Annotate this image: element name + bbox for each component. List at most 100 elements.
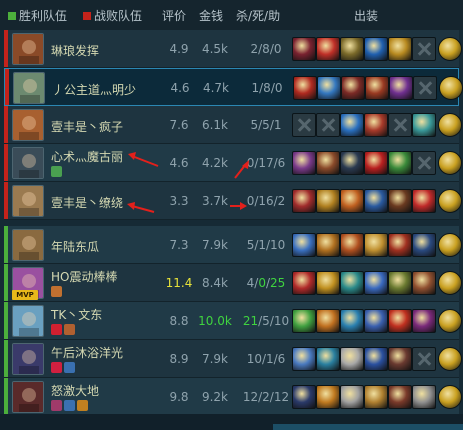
item-icon[interactable] [388, 189, 412, 213]
gold-column-header[interactable]: 金钱 [199, 7, 223, 24]
item-icon[interactable] [292, 309, 316, 333]
item-icon[interactable] [389, 76, 413, 100]
item-icon[interactable] [340, 189, 364, 213]
kda-column-header[interactable]: 杀/死/助 [236, 7, 280, 24]
item-icon[interactable] [388, 37, 412, 61]
player-row[interactable]: 怒激大地 9.8 9.2k 12/2/12 [4, 378, 462, 416]
player-name[interactable]: 午后沐浴洋光 [51, 344, 123, 361]
item-icon[interactable] [340, 151, 364, 175]
player-name[interactable]: 壹丰是丶缭绕 [51, 194, 123, 211]
player-row[interactable]: 琳琅发挥 4.9 4.5k 2/8/0 [4, 30, 462, 68]
player-row[interactable]: TK丶文东 8.8 10.0k 21/5/10 [4, 302, 462, 340]
item-icon[interactable] [340, 113, 364, 137]
item-icon[interactable] [292, 189, 316, 213]
player-name[interactable]: 年陆东瓜 [51, 238, 99, 255]
item-icon[interactable] [364, 151, 388, 175]
champion-avatar[interactable] [12, 229, 44, 261]
trinket-icon[interactable] [438, 37, 462, 61]
item-icon[interactable] [388, 233, 412, 257]
item-icon[interactable] [316, 233, 340, 257]
item-icon[interactable] [292, 233, 316, 257]
player-name[interactable]: 怒激大地 [51, 382, 99, 399]
item-icon[interactable] [412, 385, 436, 409]
score-column-header[interactable]: 评价 [162, 7, 186, 24]
champion-avatar[interactable] [12, 185, 44, 217]
item-icon[interactable] [388, 271, 412, 295]
item-icon[interactable] [316, 271, 340, 295]
item-icon[interactable] [292, 271, 316, 295]
player-name[interactable]: 心术灬魔古丽 [51, 148, 123, 165]
team-color-bar [4, 30, 8, 67]
champion-avatar[interactable] [12, 305, 44, 337]
item-icon[interactable] [388, 151, 412, 175]
item-icon[interactable] [364, 189, 388, 213]
champion-avatar[interactable] [12, 109, 44, 141]
champion-avatar[interactable] [12, 33, 44, 65]
item-icon[interactable] [412, 113, 436, 137]
item-icon[interactable] [316, 151, 340, 175]
item-icon[interactable] [412, 233, 436, 257]
player-row[interactable]: 壹丰是丶疯子 7.6 6.1k 5/5/1 [4, 106, 462, 144]
champion-avatar[interactable] [13, 72, 45, 104]
item-icon[interactable] [364, 309, 388, 333]
item-icon[interactable] [292, 385, 316, 409]
trinket-icon[interactable] [439, 76, 463, 100]
item-icon[interactable] [316, 309, 340, 333]
item-icon[interactable] [364, 233, 388, 257]
trinket-icon[interactable] [438, 271, 462, 295]
item-icon[interactable] [388, 347, 412, 371]
champion-avatar[interactable] [12, 381, 44, 413]
player-name[interactable]: HO震动棒棒 [51, 268, 117, 285]
item-icon[interactable] [292, 151, 316, 175]
player-row[interactable]: 丿公主道灬明少 4.6 4.7k 1/8/0 [4, 68, 463, 106]
item-icon[interactable] [388, 309, 412, 333]
player-score: 8.9 [169, 352, 189, 366]
player-row[interactable]: 年陆东瓜 7.3 7.9k 5/1/10 [4, 226, 462, 264]
item-icon[interactable] [412, 271, 436, 295]
item-icon[interactable] [364, 113, 388, 137]
item-icon[interactable] [317, 76, 341, 100]
player-row[interactable]: 午后沐浴洋光 8.9 7.9k 10/1/6 [4, 340, 462, 378]
item-icon[interactable] [316, 347, 340, 371]
player-name[interactable]: 壹丰是丶疯子 [51, 118, 123, 135]
trinket-icon[interactable] [438, 385, 462, 409]
item-icon[interactable] [388, 385, 412, 409]
item-icon[interactable] [340, 385, 364, 409]
trinket-icon[interactable] [438, 233, 462, 257]
item-icon[interactable] [316, 385, 340, 409]
item-icon[interactable] [412, 309, 436, 333]
item-icon[interactable] [292, 347, 316, 371]
item-icon[interactable] [364, 271, 388, 295]
item-icon[interactable] [341, 76, 365, 100]
item-icon[interactable] [340, 347, 364, 371]
player-kda: 1/8/0 [251, 81, 283, 95]
trinket-icon[interactable] [438, 189, 462, 213]
champion-avatar[interactable] [12, 343, 44, 375]
item-icon[interactable] [364, 37, 388, 61]
item-icon[interactable] [365, 76, 389, 100]
item-icon[interactable] [292, 37, 316, 61]
item-icon[interactable] [340, 37, 364, 61]
item-icon[interactable] [412, 189, 436, 213]
trinket-icon[interactable] [438, 113, 462, 137]
trinket-icon[interactable] [438, 309, 462, 333]
team-color-bar [4, 182, 8, 219]
item-icon[interactable] [316, 37, 340, 61]
player-score: 4.6 [169, 156, 189, 170]
item-icon[interactable] [316, 189, 340, 213]
player-badges [51, 166, 64, 178]
item-icon[interactable] [340, 271, 364, 295]
player-name[interactable]: 丿公主道灬明少 [52, 81, 136, 98]
item-icon[interactable] [340, 233, 364, 257]
player-name[interactable]: 琳琅发挥 [51, 42, 99, 59]
player-name[interactable]: TK丶文东 [51, 306, 102, 323]
item-icon[interactable] [293, 76, 317, 100]
item-icon[interactable] [364, 385, 388, 409]
player-row[interactable]: MVP HO震动棒棒 11.4 8.4k 4/0/25 [4, 264, 462, 302]
annotation-arrow-4 [230, 202, 247, 210]
champion-avatar[interactable] [12, 147, 44, 179]
item-icon[interactable] [364, 347, 388, 371]
item-icon[interactable] [340, 309, 364, 333]
trinket-icon[interactable] [438, 151, 462, 175]
trinket-icon[interactable] [438, 347, 462, 371]
